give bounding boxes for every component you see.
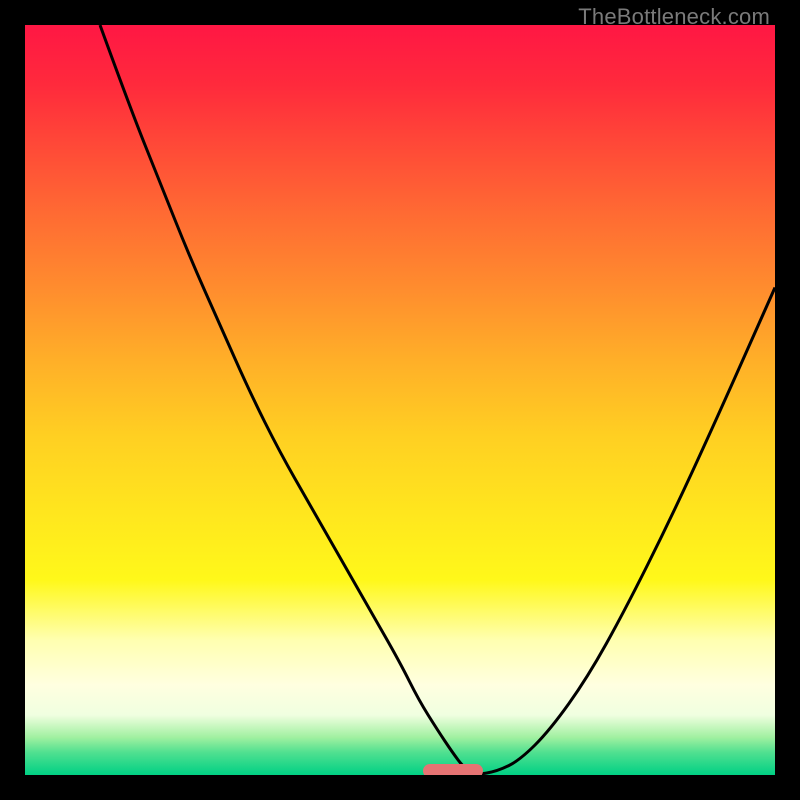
bottleneck-curve xyxy=(100,25,775,774)
chart-frame: TheBottleneck.com xyxy=(0,0,800,800)
optimum-marker xyxy=(423,764,483,775)
curve-layer xyxy=(25,25,775,775)
plot-area xyxy=(25,25,775,775)
